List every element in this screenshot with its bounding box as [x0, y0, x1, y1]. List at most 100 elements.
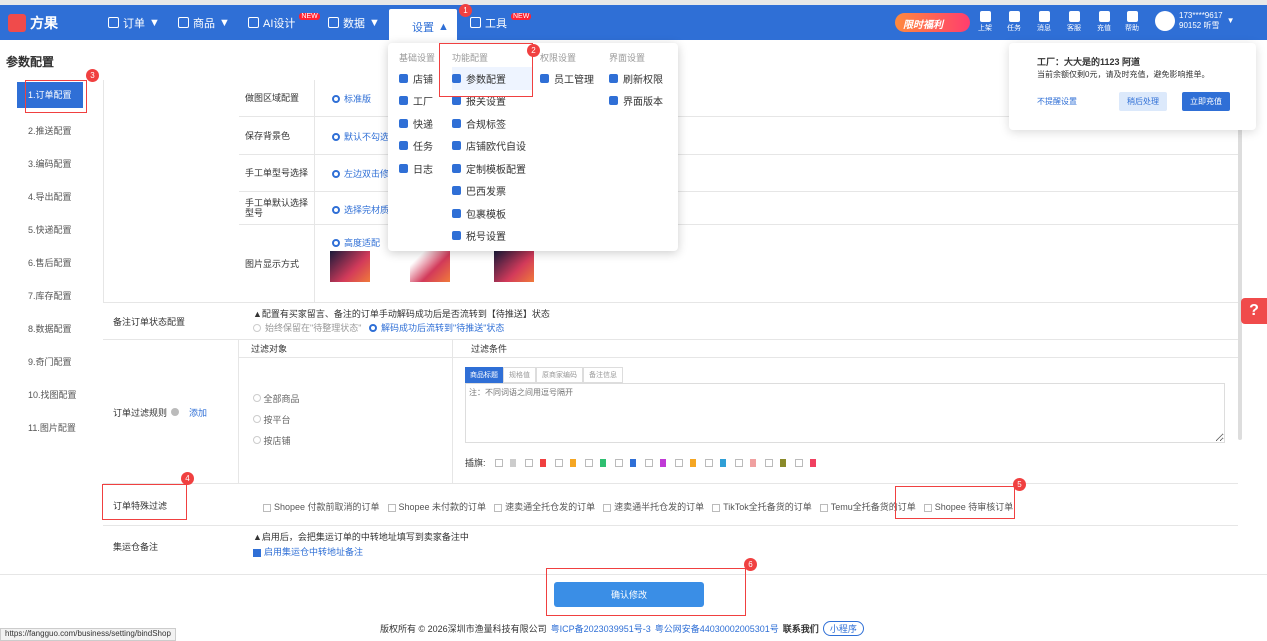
version-icon [609, 96, 618, 106]
brand-logo[interactable]: 方果 [8, 13, 58, 33]
radio-dot [253, 394, 261, 402]
sidebar-item-qimen[interactable]: 9.奇门配置 [0, 346, 100, 379]
condition-tabs: 商品标题 规格值 原商家编码 备注信息 [465, 367, 623, 383]
dd-item-eu-rep[interactable]: 店铺欧代自设 [452, 135, 532, 158]
flag-option-1[interactable] [494, 458, 516, 467]
tool-messages[interactable]: 消息 [1037, 11, 1051, 33]
settings-dropdown: 基础设置 店铺 工厂 快递 任务 日志 功能配置 参数配置 报关设置 合规标签 … [388, 43, 678, 251]
scrollbar[interactable] [1238, 80, 1242, 440]
flag-option-2[interactable] [524, 458, 546, 467]
highlight-box [546, 568, 746, 616]
checkbox-ali-half[interactable]: 速卖通半托仓发的订单 [603, 500, 704, 513]
dd-item-brazil-invoice[interactable]: 巴西发票 [452, 180, 532, 203]
flag-option-6[interactable] [644, 458, 666, 467]
flag-option-7[interactable] [674, 458, 696, 467]
dd-item-package[interactable]: 包裹模板 [452, 202, 532, 225]
add-rule-link[interactable]: 添加 [189, 406, 207, 419]
column-header: 过滤条件 [453, 340, 1238, 358]
checkbox [819, 503, 828, 512]
dd-item-task[interactable]: 任务 [399, 135, 449, 158]
flag-option-3[interactable] [554, 458, 576, 467]
menu-settings[interactable]: 设置 ▲ [389, 9, 457, 44]
sidebar-item-export[interactable]: 4.导出配置 [0, 181, 100, 214]
radio-by-platform[interactable]: 按平台 [253, 413, 300, 426]
dd-item-express[interactable]: 快递 [399, 112, 449, 135]
menu-ai-design[interactable]: AI设计 NEW [248, 5, 320, 40]
radio-all-products[interactable]: 全部商品 [253, 392, 300, 405]
checkbox-tiktok[interactable]: TikTok全托备货的订单 [712, 500, 812, 513]
thumbnail-image[interactable] [330, 251, 370, 282]
checkbox-shopee-cancel[interactable]: Shopee 付款前取消的订单 [263, 500, 380, 513]
tab-merchant-code[interactable]: 原商家编码 [536, 367, 583, 383]
filter-keywords-input[interactable] [465, 383, 1225, 443]
dd-item-compliance[interactable]: 合规标签 [452, 112, 532, 135]
radio-dot [332, 238, 340, 247]
menu-orders[interactable]: 订单 ▼ [108, 5, 160, 40]
flag-option-4[interactable] [584, 458, 606, 467]
icp-link[interactable]: 粤ICP备2023039951号-3 [551, 622, 651, 635]
no-remind-link[interactable]: 不提醒设置 [1037, 96, 1077, 107]
radio-height-fit[interactable]: 高度适配 [332, 236, 380, 249]
tab-title[interactable]: 商品标题 [465, 367, 503, 383]
question-icon[interactable] [171, 408, 180, 416]
sidebar-item-image[interactable]: 11.图片配置 [0, 412, 100, 445]
promo-banner[interactable]: 限时福利 [895, 13, 970, 32]
sidebar-item-code[interactable]: 3.编码配置 [0, 148, 100, 181]
checkbox-consolidation[interactable]: 启用集运仓中转地址备注 [253, 545, 363, 558]
eu-icon [452, 141, 461, 151]
miniapp-button[interactable]: 小程序 [822, 621, 864, 636]
later-button[interactable]: 稍后处理 [1119, 92, 1167, 111]
option-label: 高度适配 [344, 238, 381, 248]
dd-item-tax[interactable]: 税号设置 [452, 225, 532, 248]
sidebar-item-data[interactable]: 8.数据配置 [0, 313, 100, 346]
tool-listing[interactable]: 上架 [978, 11, 992, 33]
police-link[interactable]: 粤公网安备44030002005301号 [655, 622, 779, 635]
thumbnail-image[interactable] [494, 251, 534, 282]
tab-spec[interactable]: 规格值 [503, 367, 536, 383]
dd-label: 界面版本 [623, 97, 663, 109]
sidebar-item-aftersale[interactable]: 6.售后配置 [0, 247, 100, 280]
thumbnail-image[interactable] [410, 251, 450, 282]
filter-object-col: 过滤对象 全部商品 按平台 按店铺 [238, 340, 453, 484]
radio-to-push[interactable]: 解码成功后流转到"待推送"状态 [369, 321, 504, 334]
user-menu[interactable]: 173****9617 90152 听雪 ▼ [1155, 11, 1235, 31]
dd-item-refresh[interactable]: 刷新权限 [609, 67, 674, 90]
help-float-button[interactable]: ? [1241, 298, 1267, 324]
radio-bg-default[interactable]: 默认不勾选 [332, 130, 389, 143]
dd-item-template[interactable]: 定制模板配置 [452, 157, 532, 180]
user-info: 173****9617 90152 听雪 [1179, 11, 1223, 31]
checkbox-shopee-unpaid[interactable]: Shopee 未付款的订单 [387, 500, 486, 513]
flag-icon [749, 458, 756, 467]
sidebar-item-express[interactable]: 5.快递配置 [0, 214, 100, 247]
checkbox [603, 503, 612, 512]
checkbox-ali-full[interactable]: 速卖通全托仓发的订单 [494, 500, 595, 513]
option-label: 默认不勾选 [344, 132, 390, 142]
flag-option-8[interactable] [704, 458, 726, 467]
menu-tools[interactable]: 工具 NEW [470, 5, 532, 40]
recharge-button[interactable]: 立即充值 [1182, 92, 1230, 111]
flag-option-9[interactable] [734, 458, 756, 467]
flag-option-11[interactable] [794, 458, 816, 467]
brand-name: 方果 [30, 15, 58, 31]
contact-link[interactable]: 联系我们 [783, 622, 819, 635]
sidebar-item-stock[interactable]: 7.库存配置 [0, 280, 100, 313]
tool-help[interactable]: 帮助 [1125, 11, 1139, 33]
sidebar-item-push[interactable]: 2.推送配置 [0, 115, 100, 148]
flag-option-10[interactable] [764, 458, 786, 467]
tab-remark[interactable]: 备注信息 [583, 367, 623, 383]
flag-option-5[interactable] [614, 458, 636, 467]
tool-recharge[interactable]: 充值 [1097, 11, 1111, 33]
dd-item-log[interactable]: 日志 [399, 157, 449, 180]
dd-item-ui-version[interactable]: 界面版本 [609, 90, 674, 113]
tool-tasks[interactable]: 任务 [1007, 11, 1021, 33]
sidebar-item-find-image[interactable]: 10.找图配置 [0, 379, 100, 412]
invoice-icon [452, 186, 461, 196]
menu-data[interactable]: 数据 ▼ [328, 5, 380, 40]
radio-keep-status[interactable]: 始终保留在"待整理状态" [253, 321, 361, 334]
radio-by-shop[interactable]: 按店铺 [253, 434, 300, 447]
radio-standard[interactable]: 标准版 [332, 92, 371, 105]
tool-service[interactable]: 客服 [1067, 11, 1081, 33]
step-marker: 6 [744, 558, 757, 571]
menu-products[interactable]: 商品 ▼ [178, 5, 230, 40]
dd-item-staff[interactable]: 员工管理 [540, 67, 605, 90]
